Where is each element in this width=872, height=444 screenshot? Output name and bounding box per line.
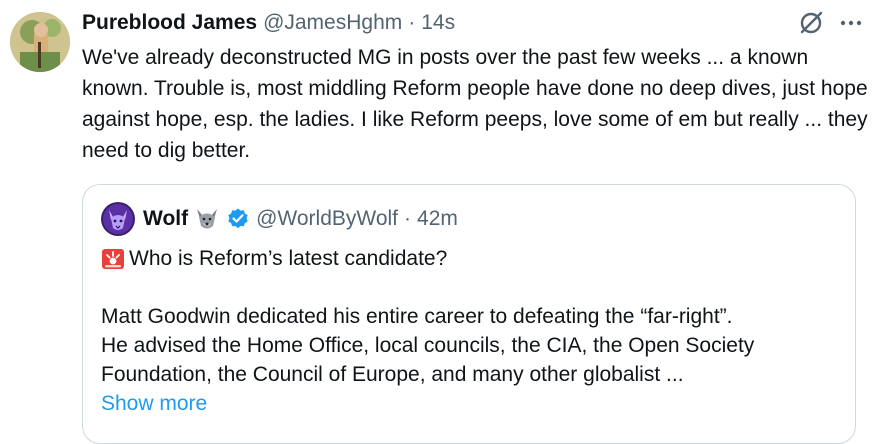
author-handle[interactable]: @JamesHghm [263,6,402,40]
tweet: Pureblood James @JamesHghm · 14s We've a… [82,6,868,166]
verified-badge-icon[interactable] [226,207,250,231]
quoted-body-line: Foundation, the Council of Europe, and m… [101,363,684,386]
header-separator: · [408,11,416,34]
quoted-first-line: Who is Reform’s latest candidate? [101,244,841,273]
quoted-body-line: Matt Goodwin dedicated his entire career… [101,305,733,328]
author-avatar[interactable] [10,12,70,72]
more-icon[interactable] [840,10,862,41]
wolf-emoji-icon [194,207,220,231]
quoted-author-handle[interactable]: @WorldByWolf [256,202,398,236]
quoted-body-line: He advised the Home Office, local counci… [101,334,755,357]
tweet-header-actions [798,10,862,41]
quoted-tweet[interactable]: Wolf @WorldByWolf · 42m Who is Reform’s … [82,184,856,444]
tweet-timestamp[interactable]: 14s [421,6,455,40]
tweet-header: Pureblood James @JamesHghm · 14s [82,6,862,40]
avatar-image [10,12,70,72]
quoted-header-separator: · [404,207,412,230]
author-display-name[interactable]: Pureblood James [82,6,257,40]
wolf-avatar-image [101,202,135,236]
quoted-tweet-text: Who is Reform’s latest candidate? Matt G… [101,244,841,418]
tweet-text: We've already deconstructed MG in posts … [82,46,868,162]
quoted-timestamp[interactable]: 42m [417,202,458,236]
quoted-author-avatar[interactable] [101,202,135,236]
show-more-link[interactable]: Show more [101,389,841,418]
quoted-tweet-header: Wolf @WorldByWolf · 42m [101,202,458,236]
grok-icon[interactable] [798,10,824,41]
quoted-headline: Who is Reform’s latest candidate? [129,247,448,270]
quoted-author-display-name[interactable]: Wolf [143,202,188,236]
police-light-emoji-icon [101,247,125,271]
